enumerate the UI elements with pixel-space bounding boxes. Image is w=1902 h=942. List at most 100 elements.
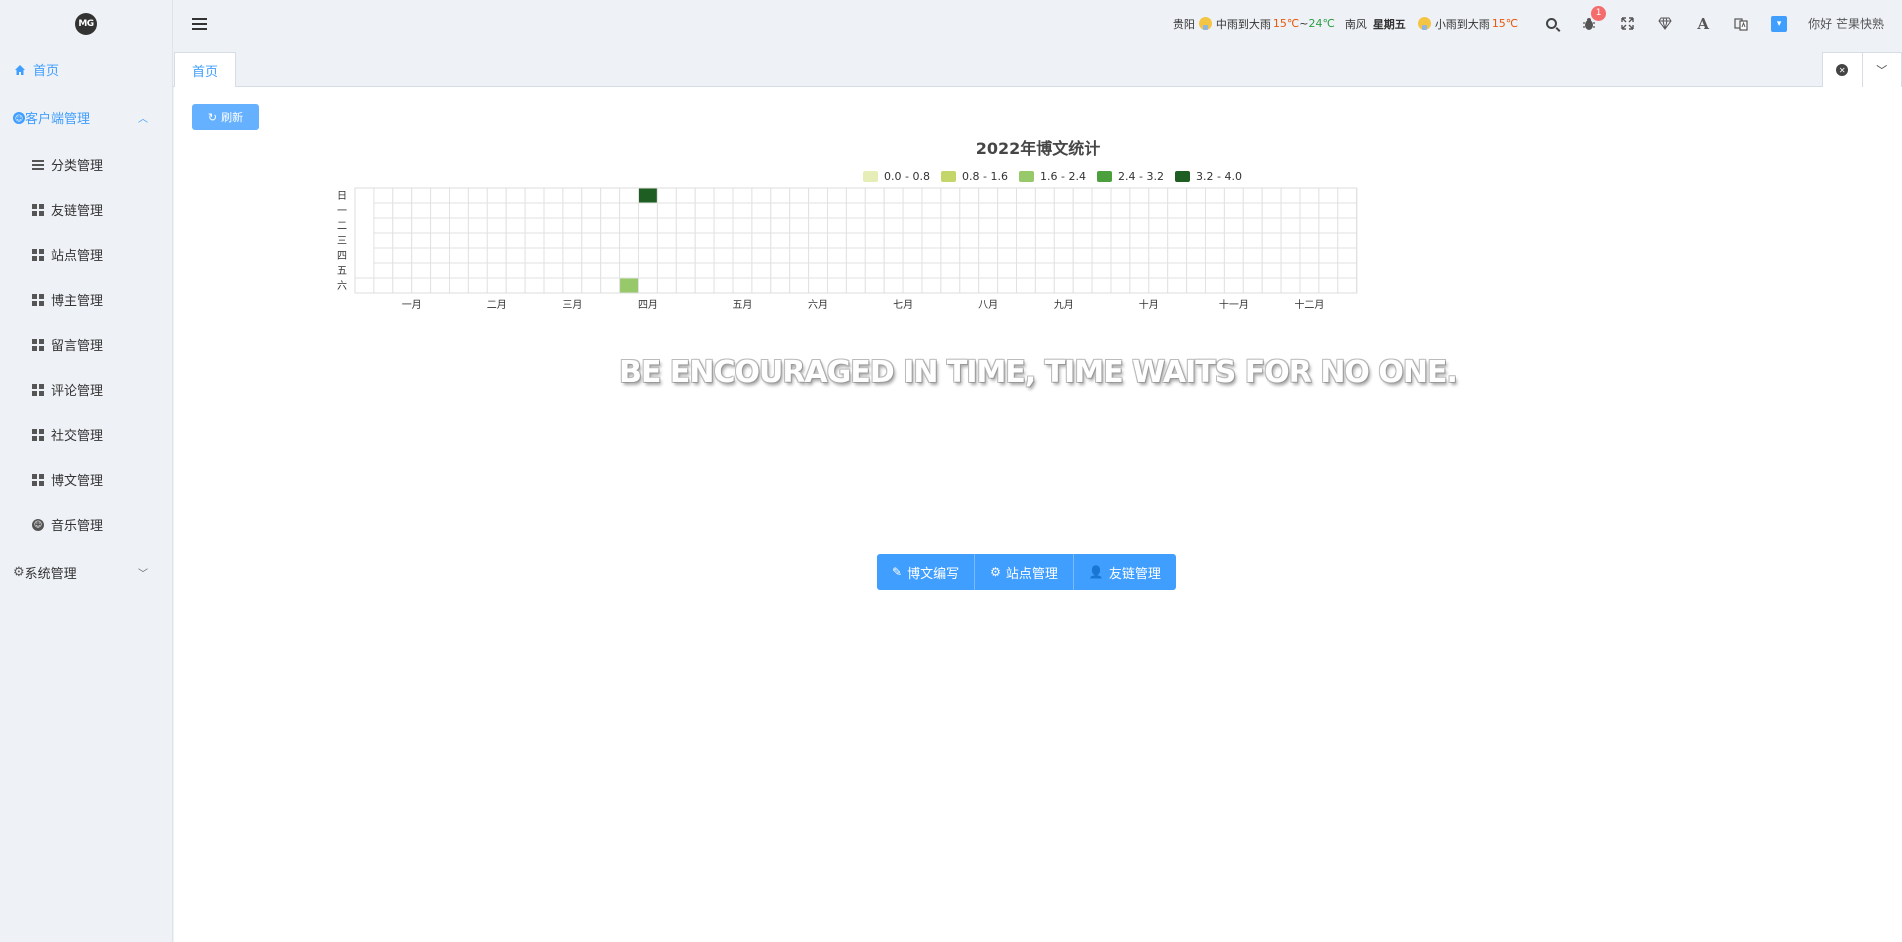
heatmap-cell [1072, 202, 1093, 219]
sidebar-group-system[interactable]: ⚙ 系统管理 ﹀ [0, 547, 172, 597]
sidebar-item-label: 站点管理 [51, 249, 104, 264]
heatmap-cell [808, 232, 828, 249]
heatmap-cell [732, 232, 753, 249]
heatmap-cell [751, 187, 772, 204]
sidebar-group-client[interactable]: ☺ 客户端管理 ︿ [0, 92, 172, 142]
sidebar-item-music[interactable]: ☺ 音乐管理 [0, 502, 172, 547]
logo[interactable]: MG [75, 12, 97, 35]
month-label: 十月 [1139, 298, 1159, 311]
sidebar-item-links[interactable]: 友链管理 [0, 187, 172, 232]
heatmap-cell [997, 277, 1017, 294]
heatmap-cell [524, 247, 545, 264]
layout-settings-icon[interactable]: ▾ [1770, 15, 1788, 33]
heatmap-cell [1072, 187, 1093, 204]
heatmap-cell [940, 277, 961, 294]
sidebar-item-category[interactable]: 分类管理 [0, 142, 172, 187]
heatmap-cell [1091, 217, 1112, 234]
heatmap-cell [1167, 277, 1188, 294]
sidebar-item-comment[interactable]: 评论管理 [0, 367, 172, 412]
legend-label: 0.0 - 0.8 [884, 170, 930, 183]
weekday-label: 三 [337, 236, 347, 247]
heatmap-cell [1129, 217, 1150, 234]
grid-icon [31, 203, 45, 217]
write-post-button[interactable]: ✎ 博文编写 [877, 554, 975, 590]
heatmap-cell [732, 277, 753, 294]
heatmap-cell [770, 217, 791, 234]
heatmap-cell [562, 247, 583, 264]
app-root: MG 首页 ☺ 客户端管理 ︿ 分类管理 友链管理 站点管理 博主管理 留言管理… [0, 0, 1902, 942]
heatmap-cell [1299, 262, 1320, 279]
user-greeting[interactable]: 你好 芒果快熟 [1808, 15, 1884, 32]
site-manage-button[interactable]: ⚙ 站点管理 [974, 554, 1073, 590]
weekday-label: 六 [337, 280, 347, 292]
close-icon: ✕ [1836, 64, 1849, 76]
fullscreen-icon[interactable] [1618, 15, 1636, 33]
heatmap-cell [997, 202, 1017, 219]
sidebar-item-blogger[interactable]: 博主管理 [0, 277, 172, 322]
heatmap-cell [864, 247, 885, 264]
heatmap-cell [505, 217, 526, 234]
sidebar-item-posts[interactable]: 博文管理 [0, 457, 172, 502]
sidebar-item-home[interactable]: 首页 [0, 47, 172, 92]
chevron-down-icon: ﹀ [1876, 64, 1888, 77]
heatmap-cell [1299, 277, 1320, 294]
heatmap-cell [883, 232, 904, 249]
heatmap-cell [486, 262, 507, 279]
heatmap-cell [581, 232, 602, 249]
heatmap-cell [449, 217, 469, 234]
heatmap-cell [770, 277, 791, 294]
sidebar-item-site[interactable]: 站点管理 [0, 232, 172, 277]
heatmap-cell [675, 232, 696, 249]
close-tabs-button[interactable]: ✕ [1823, 53, 1863, 87]
heatmap-cell [562, 202, 583, 219]
month-label: 七月 [893, 299, 913, 311]
font-size-icon[interactable]: A [1694, 15, 1712, 33]
heatmap-cell [1337, 277, 1358, 294]
heatmap-cell [411, 232, 432, 249]
heatmap-cell [1318, 277, 1339, 294]
heatmap-cell [921, 232, 942, 249]
bug-icon[interactable]: 1 [1580, 5, 1607, 33]
heatmap-cell [978, 187, 999, 204]
heatmap-cell [656, 277, 677, 294]
sidebar-item-message[interactable]: 留言管理 [0, 322, 172, 367]
heatmap-cell [1318, 187, 1339, 204]
hamburger-menu-icon[interactable] [192, 17, 207, 30]
heatmap-cell [902, 277, 923, 294]
bug-count-badge: 1 [1591, 5, 1607, 21]
diamond-icon[interactable] [1656, 15, 1674, 33]
search-icon[interactable] [1542, 15, 1560, 33]
weekday: 星期五 [1372, 17, 1406, 31]
heatmap-cell [827, 187, 847, 204]
grid-icon [31, 428, 45, 442]
heatmap-cell [562, 277, 583, 294]
grid-icon [31, 293, 45, 307]
heatmap-cell [524, 262, 545, 279]
heatmap-cell [978, 262, 999, 279]
heatmap-cell [1034, 187, 1055, 204]
legend-label: 2.4 - 3.2 [1118, 170, 1164, 183]
heatmap-cell [751, 217, 772, 234]
tab-home[interactable]: 首页 [174, 52, 236, 88]
heatmap-cell [449, 277, 469, 294]
links-manage-button[interactable]: 👤 友链管理 [1072, 554, 1176, 590]
heatmap-cell [959, 202, 980, 219]
heatmap-cell [581, 277, 602, 294]
heatmap-cell [373, 277, 394, 294]
tab-menu-button[interactable]: ﹀ [1863, 53, 1902, 87]
heatmap-cell [1242, 232, 1263, 249]
translate-icon[interactable] [1732, 15, 1750, 33]
sidebar-item-label: 分类管理 [51, 159, 104, 174]
heatmap-cell [354, 277, 375, 294]
heatmap-cell [1016, 187, 1036, 204]
heatmap-cell [694, 202, 715, 219]
heatmap-cell [864, 202, 885, 219]
heatmap-cell [694, 187, 715, 204]
heatmap-cell [430, 202, 451, 219]
heatmap-cell [486, 277, 507, 294]
heatmap-cell [827, 247, 847, 264]
heatmap-cell [1205, 262, 1225, 279]
sidebar-item-social[interactable]: 社交管理 [0, 412, 172, 457]
heatmap-cell [1318, 202, 1339, 219]
heatmap-cell [392, 187, 413, 204]
